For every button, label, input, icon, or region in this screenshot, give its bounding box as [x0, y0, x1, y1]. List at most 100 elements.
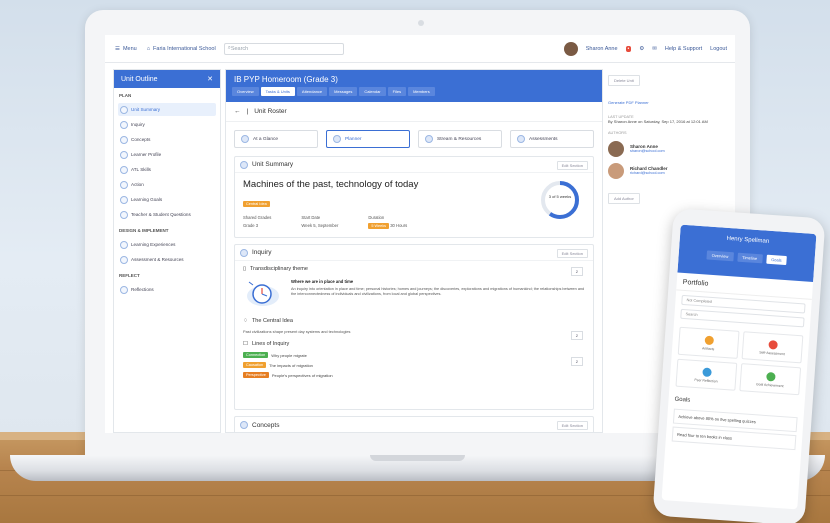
trophy-icon: [765, 371, 776, 382]
add-author-button[interactable]: Add Author: [608, 192, 640, 204]
concepts-card: Concepts Edit Section: [234, 416, 594, 433]
tab-messages[interactable]: Messages: [329, 87, 358, 96]
sidebar-item-learner-profile[interactable]: Learner Profile: [118, 148, 216, 161]
breadcrumb: ← | Unit Roster: [226, 102, 602, 122]
concepts-icon: [240, 421, 248, 429]
card-header: Concepts: [235, 417, 593, 433]
sidebar-item-learning-experiences[interactable]: Learning Experiences: [118, 238, 216, 251]
inquiry-icon: [240, 248, 248, 257]
main-content: IB PYP Homeroom (Grade 3) Overview Tasks…: [225, 69, 603, 433]
page-title: IB PYP Homeroom (Grade 3): [234, 75, 338, 84]
inquiry-icon: [120, 120, 128, 129]
questions-icon: [120, 210, 128, 219]
profile-icon: [120, 150, 128, 159]
logout-link[interactable]: Logout: [710, 46, 727, 52]
comment-count[interactable]: 2: [570, 331, 583, 340]
comment-count[interactable]: 2: [570, 357, 583, 366]
back-label[interactable]: Unit Roster: [254, 108, 287, 115]
artifact-icon: [704, 335, 714, 345]
portfolio-tile[interactable]: Peer Reflection: [675, 358, 738, 391]
messages-icon[interactable]: ✉: [652, 46, 657, 52]
chat-icon: [701, 366, 712, 377]
concepts-icon: [120, 135, 128, 144]
portfolio-grid: Artifacts Self-Assessment Peer Reflectio…: [669, 322, 809, 399]
sidebar-item-inquiry[interactable]: Inquiry: [118, 118, 216, 131]
action-icon: [120, 180, 128, 189]
unit-subtabs: At a Glance Planner Stream & Resources A…: [226, 122, 602, 156]
hamburger-icon: ☰: [115, 45, 120, 52]
menu-button[interactable]: ☰ Menu: [115, 46, 137, 52]
edit-section-button[interactable]: Edit Section: [556, 161, 588, 170]
comment-count[interactable]: 2: [570, 267, 583, 276]
sidebar-header: Unit Outline ✕: [114, 70, 220, 88]
sidebar-item-atl-skills[interactable]: ATL Skills: [118, 163, 216, 176]
tab-attendance[interactable]: Attendance: [296, 87, 328, 96]
sidebar-item-concepts[interactable]: Concepts: [118, 133, 216, 146]
card-header: Unit Summary: [235, 157, 593, 173]
portfolio-tile[interactable]: Artifacts: [677, 326, 740, 359]
sidebar-item-action[interactable]: Action: [118, 178, 216, 191]
author-item: Richard Chandler richard@school.com: [608, 162, 728, 179]
progress-label: 3 of 5 weeks: [548, 194, 572, 199]
last-update-text: By Sharon Anne on Saturday, Sep 17, 2016…: [608, 119, 708, 124]
tab-timeline[interactable]: Timeline: [736, 252, 763, 264]
settings-icon[interactable]: ⚙: [639, 46, 644, 52]
assessment-icon: [120, 255, 128, 264]
tab-overview[interactable]: Overview: [706, 250, 734, 262]
theme-title: ▯ Transdisciplinary theme: [243, 266, 308, 272]
portfolio-tile[interactable]: Self-Assessment: [741, 331, 804, 364]
line-of-inquiry: Perspective People's perspectives of migr…: [235, 370, 593, 380]
card-header: Inquiry: [235, 245, 593, 261]
summary-icon: [240, 160, 248, 169]
inquiry-card: Inquiry Edit Section ▯ Transdisciplinary …: [234, 244, 594, 410]
delete-unit-button[interactable]: Delete Unit: [608, 75, 640, 86]
portfolio-tile[interactable]: Goal Achievement: [739, 363, 802, 396]
subtab-planner[interactable]: Planner: [326, 130, 410, 148]
author-item: Sharon Anne sharon@school.com: [608, 140, 728, 157]
sidebar-item-reflections[interactable]: Reflections: [118, 283, 216, 296]
clock-illustration: [247, 281, 279, 306]
central-idea-text: Past civilizations shape present day sys…: [243, 329, 351, 334]
sidebar-item-learning-goals[interactable]: Learning Goals: [118, 193, 216, 206]
subtab-stream-resources[interactable]: Stream & Resources: [418, 130, 502, 148]
tab-members[interactable]: Members: [408, 87, 435, 96]
back-arrow-icon[interactable]: ←: [234, 108, 241, 115]
phone-device: Henry Spellman Overview Timeline Goals P…: [652, 208, 826, 523]
goals-icon: [120, 195, 128, 204]
tab-calendar[interactable]: Calendar: [359, 87, 386, 96]
avatar[interactable]: [563, 41, 578, 56]
search-input[interactable]: ⌕ Search: [223, 42, 344, 55]
tab-files[interactable]: Files: [387, 87, 407, 96]
top-navbar: ☰ Menu ⌂ Faria International School ⌕ Sear…: [105, 35, 735, 63]
skills-icon: [120, 165, 128, 174]
tab-overview[interactable]: Overview: [232, 87, 259, 96]
close-icon[interactable]: ✕: [207, 75, 213, 83]
notification-badge[interactable]: •: [625, 45, 632, 52]
course-tabs: Overview Tasks & Units Attendance Messag…: [226, 87, 602, 96]
summary-icon: [120, 105, 128, 114]
subtab-assessments[interactable]: Assessments: [510, 130, 594, 148]
user-name[interactable]: Sharon Anne: [586, 46, 618, 52]
unit-summary-card: Unit Summary Edit Section Machines of th…: [234, 156, 594, 238]
help-link[interactable]: Help & Support: [665, 46, 702, 52]
tab-goals[interactable]: Goals: [765, 254, 787, 266]
sidebar-item-unit-summary[interactable]: Unit Summary: [118, 103, 216, 116]
target-icon: [767, 339, 778, 350]
generate-pdf-link[interactable]: Generate PDF Planner: [608, 100, 649, 105]
glance-icon: [241, 135, 249, 143]
stream-icon: [425, 135, 433, 143]
edit-section-button[interactable]: Edit Section: [556, 249, 588, 258]
laptop-screen: ☰ Menu ⌂ Faria International School ⌕ Sear…: [105, 35, 735, 433]
subtab-at-a-glance[interactable]: At a Glance: [234, 130, 318, 148]
edit-section-button[interactable]: Edit Section: [556, 421, 588, 430]
sidebar-item-questions[interactable]: Teacher & Student Questions: [118, 208, 216, 221]
section-label: DESIGN & IMPLEMENT: [119, 228, 169, 233]
school-link[interactable]: ⌂ Faria International School: [147, 46, 216, 52]
central-idea-tag: Central Idea: [243, 201, 270, 207]
school-icon: ⌂: [146, 45, 151, 52]
central-idea-title: ♢ The Central Idea: [243, 318, 293, 324]
planner-icon: [333, 135, 341, 143]
sidebar-item-assessment[interactable]: Assessment & Resources: [118, 253, 216, 266]
lightbulb-icon: ♢: [243, 318, 248, 324]
tab-tasks-units[interactable]: Tasks & Units: [260, 87, 295, 96]
